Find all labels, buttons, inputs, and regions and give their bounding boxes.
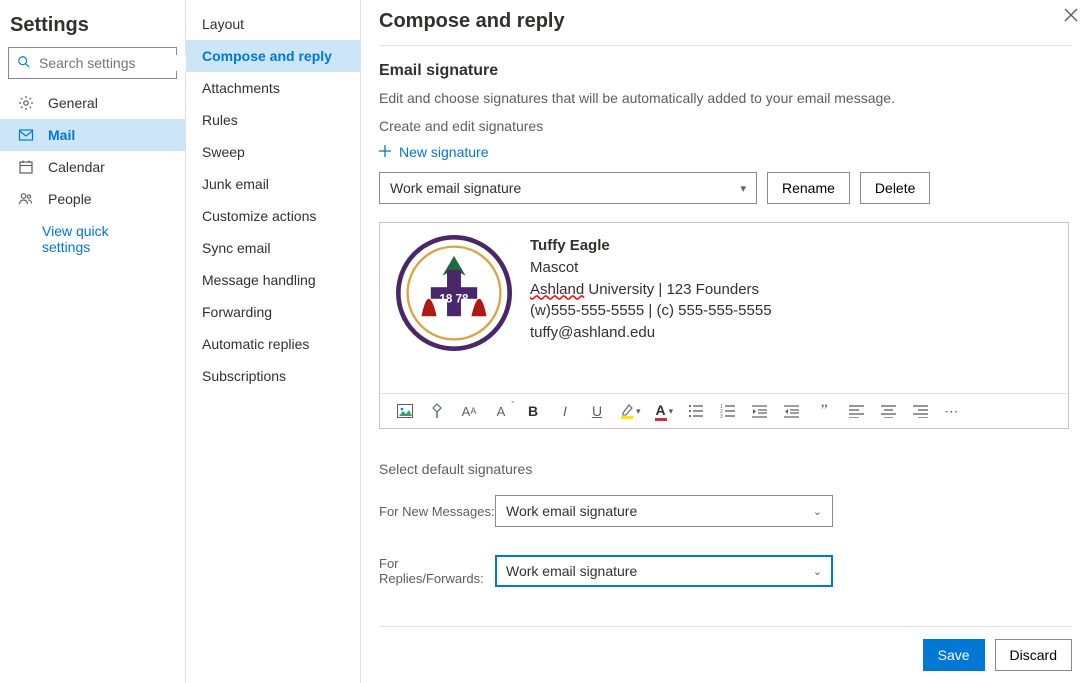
- align-right-icon[interactable]: [911, 402, 929, 420]
- underline-icon[interactable]: U: [588, 402, 606, 420]
- subnav-item-subscriptions[interactable]: Subscriptions: [186, 360, 360, 392]
- sidebar-item-label: People: [48, 191, 92, 207]
- subnav-item-compose-reply[interactable]: Compose and reply: [186, 40, 360, 72]
- signature-name-line: Tuffy Eagle: [530, 235, 772, 257]
- mail-subnav: Layout Compose and reply Attachments Rul…: [186, 0, 361, 683]
- new-signature-button[interactable]: New signature: [379, 144, 1072, 160]
- sidebar-item-general[interactable]: General: [0, 87, 185, 119]
- subnav-item-sweep[interactable]: Sweep: [186, 136, 360, 168]
- settings-sidebar: Settings General Mail Calendar People V: [0, 0, 186, 683]
- chevron-down-icon: ▾: [740, 182, 746, 195]
- signature-name-select[interactable]: Work email signature ▾: [379, 172, 757, 204]
- highlight-color-icon[interactable]: ▾: [620, 402, 641, 420]
- view-quick-settings-link[interactable]: View quick settings: [0, 215, 185, 263]
- for-replies-forwards-label: For Replies/Forwards:: [379, 556, 495, 586]
- search-icon: [17, 55, 31, 72]
- search-settings-box[interactable]: [8, 47, 177, 79]
- signature-email-line: tuffy@ashland.edu: [530, 322, 772, 344]
- email-signature-heading: Email signature: [379, 62, 1072, 80]
- select-default-signatures-heading: Select default signatures: [379, 461, 1072, 477]
- font-size-icon[interactable]: A°: [492, 402, 510, 420]
- settings-title: Settings: [0, 8, 185, 47]
- create-edit-signatures-label: Create and edit signatures: [379, 118, 1072, 134]
- sidebar-item-calendar[interactable]: Calendar: [0, 151, 185, 183]
- bullet-list-icon[interactable]: [687, 402, 705, 420]
- italic-icon[interactable]: I: [556, 402, 574, 420]
- subnav-item-rules[interactable]: Rules: [186, 104, 360, 136]
- sidebar-item-label: Mail: [48, 127, 75, 143]
- main-panel: Compose and reply Email signature Edit a…: [361, 0, 1090, 683]
- subnav-item-message-handling[interactable]: Message handling: [186, 264, 360, 296]
- sidebar-item-label: Calendar: [48, 159, 105, 175]
- font-color-icon[interactable]: A▾: [655, 402, 674, 420]
- subnav-item-attachments[interactable]: Attachments: [186, 72, 360, 104]
- signature-phone-line: (w)555-555-5555 | (c) 555-555-5555: [530, 300, 772, 322]
- indent-icon[interactable]: [783, 402, 801, 420]
- subnav-item-layout[interactable]: Layout: [186, 8, 360, 40]
- footer-actions: Save Discard: [379, 626, 1072, 683]
- format-painter-icon[interactable]: [428, 402, 446, 420]
- subnav-item-customize-actions[interactable]: Customize actions: [186, 200, 360, 232]
- subnav-item-forwarding[interactable]: Forwarding: [186, 296, 360, 328]
- bold-icon[interactable]: B: [524, 402, 542, 420]
- calendar-icon: [18, 159, 34, 175]
- signature-editor[interactable]: 18 78 Tuffy Eagle Mascot Ashland Univers…: [379, 222, 1069, 429]
- people-icon: [18, 191, 34, 207]
- signature-name-value: Work email signature: [390, 180, 521, 196]
- signature-title-line: Mascot: [530, 257, 772, 279]
- sidebar-item-people[interactable]: People: [0, 183, 185, 215]
- outdent-icon[interactable]: [751, 402, 769, 420]
- page-title: Compose and reply: [379, 10, 1072, 46]
- svg-text:18 78: 18 78: [439, 292, 469, 305]
- signature-org-line: Ashland University | 123 Founders: [530, 279, 772, 301]
- subnav-item-sync-email[interactable]: Sync email: [186, 232, 360, 264]
- sidebar-item-label: General: [48, 95, 98, 111]
- close-button[interactable]: [1064, 8, 1078, 27]
- editor-toolbar: AA A° B I U ▾ A▾ 123 ” ⋯: [380, 393, 1068, 428]
- email-signature-help: Edit and choose signatures that will be …: [379, 90, 1072, 106]
- gear-icon: [18, 95, 34, 111]
- signature-text-block: Tuffy Eagle Mascot Ashland University | …: [530, 235, 772, 381]
- align-left-icon[interactable]: [847, 402, 865, 420]
- for-new-messages-select[interactable]: Work email signature ⌄: [495, 495, 833, 527]
- quote-icon[interactable]: ”: [815, 402, 833, 420]
- for-replies-forwards-select[interactable]: Work email signature ⌄: [495, 555, 833, 587]
- for-new-messages-value: Work email signature: [506, 503, 637, 519]
- align-center-icon[interactable]: [879, 402, 897, 420]
- sidebar-item-mail[interactable]: Mail: [0, 119, 185, 151]
- new-signature-label: New signature: [399, 144, 489, 160]
- save-button[interactable]: Save: [923, 639, 985, 671]
- signature-logo-image: 18 78: [396, 235, 512, 351]
- more-options-icon[interactable]: ⋯: [943, 402, 961, 420]
- subnav-item-automatic-replies[interactable]: Automatic replies: [186, 328, 360, 360]
- number-list-icon[interactable]: 123: [719, 402, 737, 420]
- for-replies-forwards-value: Work email signature: [506, 563, 637, 579]
- insert-image-icon[interactable]: [396, 402, 414, 420]
- delete-button[interactable]: Delete: [860, 172, 930, 204]
- signature-editor-content[interactable]: 18 78 Tuffy Eagle Mascot Ashland Univers…: [380, 223, 1068, 393]
- chevron-down-icon: ⌄: [813, 565, 822, 578]
- subnav-item-junk-email[interactable]: Junk email: [186, 168, 360, 200]
- plus-icon: [379, 144, 391, 160]
- chevron-down-icon: ⌄: [813, 505, 822, 518]
- for-new-messages-label: For New Messages:: [379, 504, 495, 519]
- font-family-icon[interactable]: AA: [460, 402, 478, 420]
- mail-icon: [18, 127, 34, 143]
- rename-button[interactable]: Rename: [767, 172, 850, 204]
- discard-button[interactable]: Discard: [995, 639, 1072, 671]
- svg-text:3: 3: [720, 414, 723, 418]
